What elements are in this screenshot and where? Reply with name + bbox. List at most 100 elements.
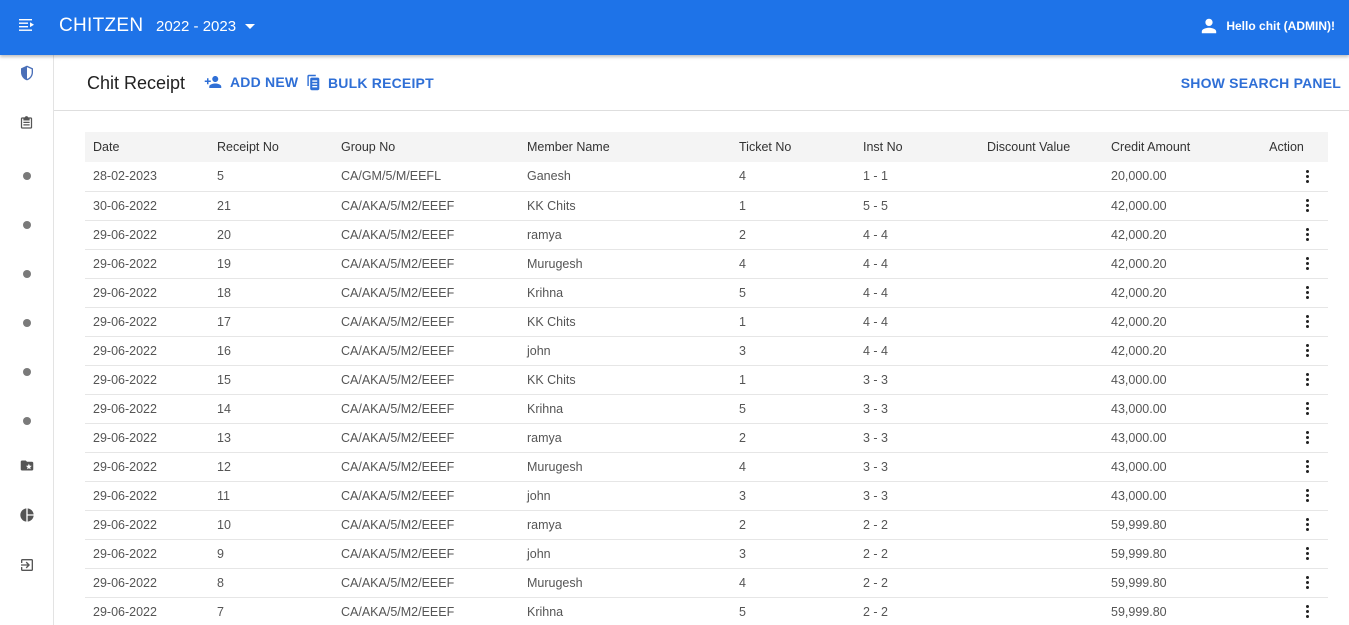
table-row[interactable]: 29-06-2022 8 CA/AKA/5/M2/EEEF Murugesh 4 2 - … [85,568,1328,597]
sidebar-item-logout[interactable] [0,552,53,582]
menu-toggle-button[interactable] [0,0,53,55]
cell-member-name: Krihna [527,285,564,300]
financial-year-select[interactable]: 2022 - 2023 [156,18,256,35]
column-header-member-name[interactable]: Member Name [519,132,731,162]
sidebar-item-2[interactable] [0,210,53,240]
table-row[interactable]: 29-06-2022 7 CA/AKA/5/M2/EEEF Krihna 5 2 - 2 5… [85,597,1328,625]
user-greeting: Hello chit (ADMIN)! [1226,19,1335,33]
sidebar-item-5[interactable] [0,357,53,387]
sidebar-item-6[interactable] [0,406,53,436]
cell-ticket-no: 2 [739,430,746,445]
cell-date: 29-06-2022 [93,256,157,271]
cell-inst-no: 2 - 2 [863,546,889,561]
cell-discount-value [979,249,1103,278]
table-row[interactable]: 29-06-2022 14 CA/AKA/5/M2/EEEF Krihna 5 3 - 3… [85,394,1328,423]
table-row[interactable]: 29-06-2022 13 CA/AKA/5/M2/EEEF ramya 2 3 - 3 4… [85,423,1328,452]
more-vert-icon[interactable] [1301,226,1315,244]
cell-credit-amount: 43,000.00 [1111,459,1167,474]
more-vert-icon[interactable] [1301,197,1315,215]
dot-icon [22,417,31,425]
cell-credit-amount: 20,000.00 [1111,169,1167,184]
cell-discount-value [979,336,1103,365]
cell-action [1249,191,1328,220]
table-row[interactable]: 29-06-2022 12 CA/AKA/5/M2/EEEF Murugesh 4 3 -… [85,452,1328,481]
cell-group-no: CA/AKA/5/M2/EEEF [341,575,455,590]
more-vert-icon[interactable] [1301,458,1315,476]
more-vert-icon[interactable] [1301,545,1315,563]
table-row[interactable]: 29-06-2022 16 CA/AKA/5/M2/EEEF john 3 4 - 4 42… [85,336,1328,365]
more-vert-icon[interactable] [1301,400,1315,418]
cell-ticket-no: 2 [739,517,746,532]
top-app-bar: CHITZEN 2022 - 2023 Hello chit (ADMIN)! [0,0,1349,55]
table-row[interactable]: 29-06-2022 15 CA/AKA/5/M2/EEEF KK Chits 1 3 -… [85,365,1328,394]
more-vert-icon[interactable] [1301,284,1315,302]
column-header-group-no[interactable]: Group No [333,132,519,162]
cell-receipt-no: 9 [217,546,224,561]
column-header-discount-value[interactable]: Discount Value [979,132,1103,162]
more-vert-icon[interactable] [1301,313,1315,331]
cell-receipt-no: 21 [217,198,231,213]
sidebar-item-1[interactable] [0,161,53,191]
column-header-inst-no[interactable]: Inst No [855,132,979,162]
cell-action [1249,452,1328,481]
cell-ticket-no: 4 [739,256,746,271]
more-vert-icon[interactable] [1301,255,1315,273]
more-vert-icon[interactable] [1301,167,1315,185]
cell-group-no: CA/AKA/5/M2/EEEF [341,430,455,445]
column-header-date[interactable]: Date [85,132,209,162]
user-menu[interactable]: Hello chit (ADMIN)! [1200,17,1335,35]
cell-member-name: ramya [527,430,562,445]
more-vert-icon[interactable] [1301,487,1315,505]
column-header-credit-amount[interactable]: Credit Amount [1103,132,1249,162]
cell-action [1249,539,1328,568]
cell-ticket-no: 3 [739,488,746,503]
cell-discount-value [979,568,1103,597]
cell-date: 29-06-2022 [93,459,157,474]
pie-chart-icon [19,507,35,528]
more-vert-icon[interactable] [1301,371,1315,389]
dot-icon [22,368,31,376]
table-row[interactable]: 29-06-2022 9 CA/AKA/5/M2/EEEF john 3 2 - 2 59,… [85,539,1328,568]
more-vert-icon[interactable] [1301,429,1315,447]
cell-discount-value [979,452,1103,481]
cell-group-no: CA/AKA/5/M2/EEEF [341,546,455,561]
sidebar-item-analytics[interactable] [0,502,53,532]
table-row[interactable]: 28-02-2023 5 CA/GM/5/M/EEFL Ganesh 4 1 - 1 20,… [85,162,1328,191]
add-new-button[interactable]: ADD NEW [204,74,298,90]
table-row[interactable]: 29-06-2022 18 CA/AKA/5/M2/EEEF Krihna 5 4 - 4… [85,278,1328,307]
logout-icon [19,557,35,578]
sidebar-item-3[interactable] [0,259,53,289]
table-row[interactable]: 29-06-2022 20 CA/AKA/5/M2/EEEF ramya 2 4 - 4 4… [85,220,1328,249]
sidebar-item-folder[interactable] [0,453,53,483]
cell-inst-no: 3 - 3 [863,372,889,387]
add-person-icon [204,74,222,90]
show-search-panel-button[interactable]: SHOW SEARCH PANEL [1181,75,1341,91]
table-row[interactable]: 29-06-2022 11 CA/AKA/5/M2/EEEF john 3 3 - 3 43… [85,481,1328,510]
table-row[interactable]: 29-06-2022 17 CA/AKA/5/M2/EEEF KK Chits 1 4 -… [85,307,1328,336]
cell-receipt-no: 14 [217,401,231,416]
table-row[interactable]: 30-06-2022 21 CA/AKA/5/M2/EEEF KK Chits 1 5 -… [85,191,1328,220]
sidebar-item-dashboard[interactable] [0,60,53,90]
sidebar-item-4[interactable] [0,308,53,338]
financial-year-value: 2022 - 2023 [156,18,237,35]
cell-credit-amount: 43,000.00 [1111,430,1167,445]
column-header-ticket-no[interactable]: Ticket No [731,132,855,162]
more-vert-icon[interactable] [1301,603,1315,621]
more-vert-icon[interactable] [1301,342,1315,360]
bulk-receipt-button[interactable]: BULK RECEIPT [306,74,434,91]
table-row[interactable]: 29-06-2022 19 CA/AKA/5/M2/EEEF Murugesh 4 4 -… [85,249,1328,278]
column-header-receipt-no[interactable]: Receipt No [209,132,333,162]
cell-action [1249,597,1328,625]
sidebar-item-reports[interactable] [0,110,53,140]
column-header-action[interactable]: Action [1249,132,1328,162]
cell-ticket-no: 3 [739,546,746,561]
more-vert-icon[interactable] [1301,516,1315,534]
more-vert-icon[interactable] [1301,574,1315,592]
table-body: 28-02-2023 5 CA/GM/5/M/EEFL Ganesh 4 1 - 1 20,… [85,162,1328,625]
cell-receipt-no: 10 [217,517,231,532]
cell-ticket-no: 1 [739,198,746,213]
table-row[interactable]: 29-06-2022 10 CA/AKA/5/M2/EEEF ramya 2 2 - 2 5… [85,510,1328,539]
cell-receipt-no: 8 [217,575,224,590]
cell-member-name: KK Chits [527,198,576,213]
cell-ticket-no: 4 [739,575,746,590]
